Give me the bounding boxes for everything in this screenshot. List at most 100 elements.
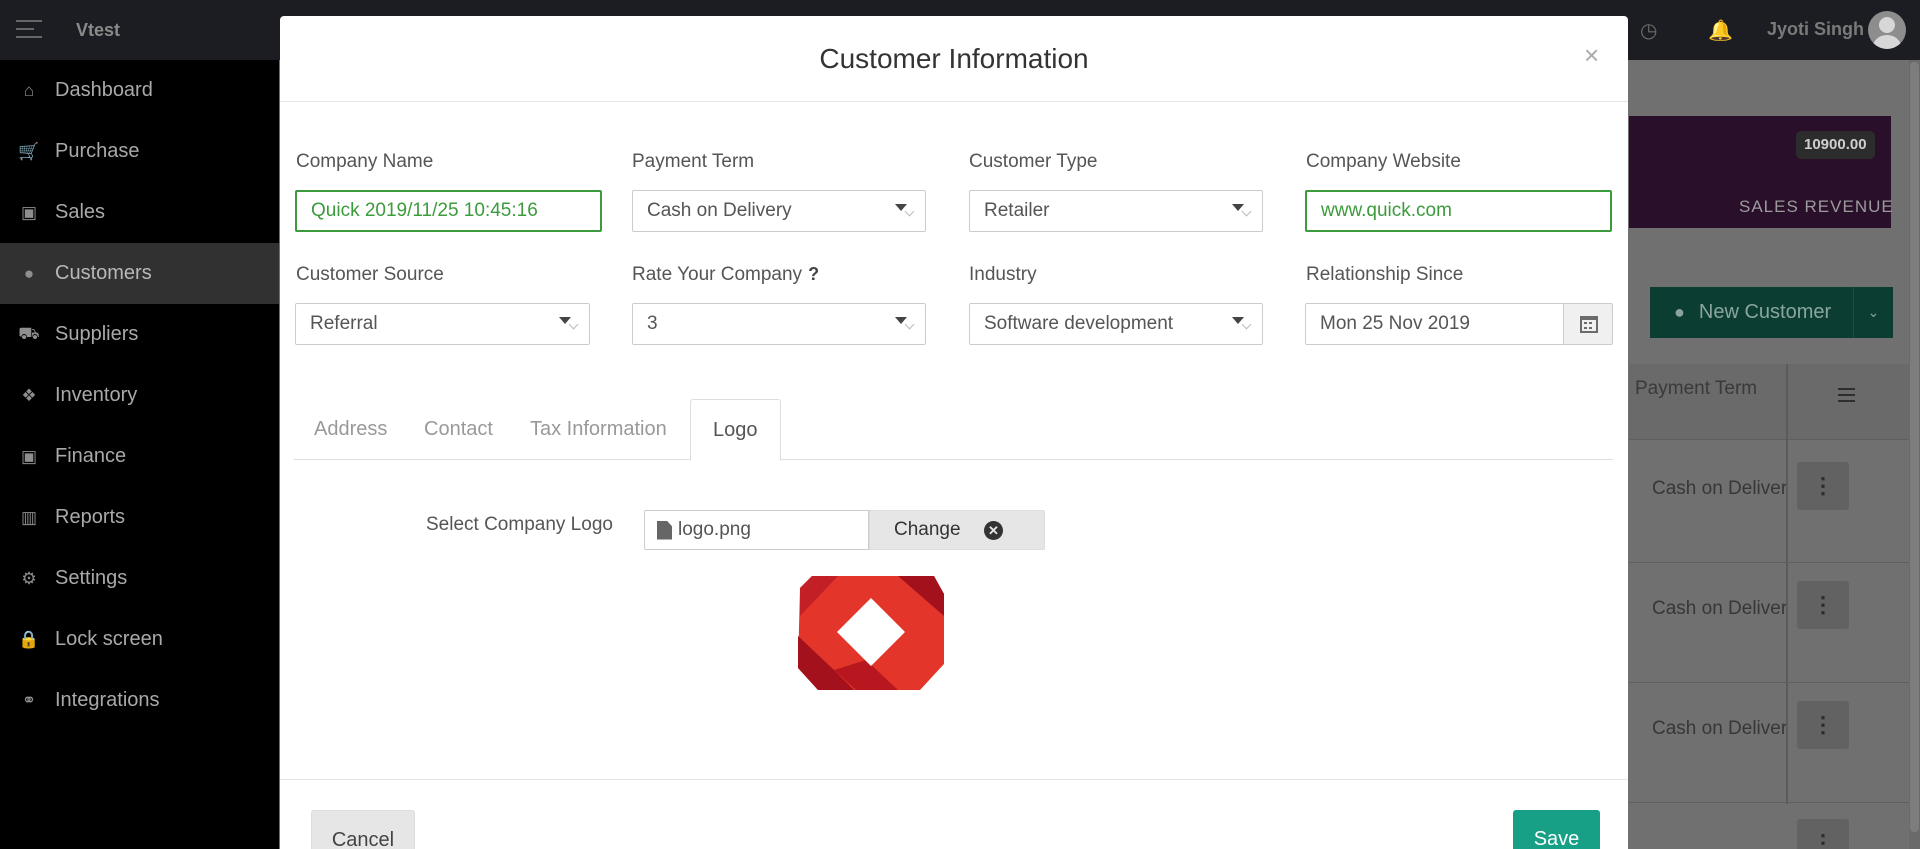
remove-circle-icon[interactable]: ✕ (984, 521, 1003, 540)
sidebar-item-label: Dashboard (55, 79, 153, 101)
sidebar-item-integrations[interactable]: ⚭ Integrations (0, 670, 279, 731)
sidebar: ⌂ Dashboard 🛒 Purchase ▣ Sales ● Custome… (0, 60, 279, 849)
gears-icon: ⚙ (21, 568, 37, 588)
row-actions-kebab-icon[interactable]: ⋮ (1797, 701, 1849, 749)
sidebar-item-label: Suppliers (55, 323, 139, 345)
modal-footer-divider (280, 779, 1628, 780)
new-customer-label: New Customer (1698, 301, 1832, 323)
file-icon (657, 520, 672, 540)
sidebar-item-label: Lock screen (55, 628, 163, 650)
sidebar-item-suppliers[interactable]: ⛟ Suppliers (0, 304, 279, 365)
clock-icon[interactable]: ◷ (1640, 18, 1657, 43)
chevron-down-icon (904, 319, 915, 330)
industry-select[interactable]: Software development (969, 303, 1263, 345)
sidebar-item-customers[interactable]: ● Customers (0, 243, 279, 304)
sidebar-item-purchase[interactable]: 🛒 Purchase (0, 121, 279, 182)
payment-term-label: Payment Term (632, 151, 755, 172)
modal-header: Customer Information × (280, 16, 1628, 102)
row-actions-kebab-icon[interactable]: ⋮ (1797, 581, 1849, 629)
payment-term-value: Cash on Delivery (647, 200, 792, 221)
sidebar-item-sales[interactable]: ▣ Sales (0, 182, 279, 243)
calendar-icon (1580, 316, 1598, 333)
row-actions-kebab-icon[interactable]: ⋮ (1797, 462, 1849, 510)
column-menu-icon[interactable] (1838, 388, 1855, 406)
sidebar-item-label: Inventory (55, 384, 138, 406)
rate-company-select[interactable]: 3 (632, 303, 926, 345)
change-logo-button[interactable]: Change ✕ (869, 510, 1045, 550)
sidebar-item-reports[interactable]: ▥ Reports (0, 487, 279, 548)
rate-company-label-text: Rate Your Company (632, 264, 803, 285)
tab-address[interactable]: Address (294, 399, 407, 460)
lock-icon: 🔒 (18, 629, 40, 649)
sidebar-item-settings[interactable]: ⚙ Settings (0, 548, 279, 609)
grid-header (1629, 364, 1911, 440)
close-icon[interactable]: × (1584, 40, 1599, 71)
sidebar-item-label: Integrations (55, 689, 160, 711)
tab-contact[interactable]: Contact (404, 399, 513, 460)
save-button[interactable]: Save (1513, 810, 1600, 849)
select-company-logo-label: Select Company Logo (426, 514, 613, 535)
sidebar-item-label: Reports (55, 506, 126, 528)
payment-term-select[interactable]: Cash on Delivery (632, 190, 926, 232)
user-icon: ● (1674, 302, 1685, 322)
change-logo-label: Change (894, 519, 961, 540)
customer-information-modal: Customer Information × Company Name Quic… (280, 16, 1628, 849)
sidebar-item-label: Purchase (55, 140, 140, 162)
hamburger-menu-icon[interactable] (16, 20, 42, 40)
chevron-down-icon[interactable]: ⌄ (1853, 287, 1893, 338)
company-website-label: Company Website (1306, 151, 1461, 172)
customer-type-select[interactable]: Retailer (969, 190, 1263, 232)
sidebar-item-inventory[interactable]: ❖ Inventory (0, 365, 279, 426)
column-header-payment-term[interactable]: Payment Term (1635, 378, 1757, 400)
new-customer-button[interactable]: ● New Customer ⌄ (1650, 287, 1893, 338)
date-picker-button[interactable] (1564, 303, 1613, 345)
file-name: logo.png (678, 519, 751, 540)
tab-bar: Address Contact Tax Information Logo (294, 399, 1613, 461)
cancel-button[interactable]: Cancel (311, 810, 415, 849)
revenue-label: SALES REVENUE (1739, 197, 1894, 216)
row-actions-kebab-icon[interactable]: ⋮ (1797, 819, 1849, 849)
company-name-input[interactable]: Quick 2019/11/25 10:45:16 (295, 190, 602, 232)
modal-title: Customer Information (819, 43, 1089, 74)
company-logo-preview (798, 576, 944, 690)
company-website-input[interactable]: www.quick.com (1305, 190, 1612, 232)
rate-company-value: 3 (647, 313, 658, 334)
relationship-since-value: Mon 25 Nov 2019 (1320, 313, 1470, 334)
tab-logo[interactable]: Logo (690, 399, 781, 461)
table-cell: Cash on Delivery (1652, 718, 1786, 739)
sidebar-item-label: Finance (55, 445, 127, 467)
link-icon: ⚭ (21, 690, 37, 710)
chevron-down-icon (1241, 206, 1252, 217)
row-divider (1629, 562, 1911, 563)
company-website-value: www.quick.com (1321, 200, 1452, 221)
row-divider (1629, 802, 1911, 803)
tab-tax-information[interactable]: Tax Information (510, 399, 687, 460)
sidebar-item-lock-screen[interactable]: 🔒 Lock screen (0, 609, 279, 670)
avatar[interactable] (1868, 11, 1906, 49)
bell-icon[interactable]: 🔔 (1708, 18, 1733, 43)
relationship-since-label: Relationship Since (1306, 264, 1464, 285)
customer-type-value: Retailer (984, 200, 1050, 221)
scrollbar-thumb[interactable] (1910, 62, 1919, 832)
customer-source-select[interactable]: Referral (295, 303, 590, 345)
user-name[interactable]: Jyoti Singh (1767, 19, 1864, 40)
column-separator (1786, 364, 1788, 804)
sidebar-item-dashboard[interactable]: ⌂ Dashboard (0, 60, 279, 121)
sidebar-item-finance[interactable]: ▣ Finance (0, 426, 279, 487)
customer-source-label: Customer Source (296, 264, 444, 285)
relationship-since-input[interactable]: Mon 25 Nov 2019 (1305, 303, 1564, 345)
chevron-down-icon (904, 206, 915, 217)
sidebar-item-label: Settings (55, 567, 128, 589)
sidebar-item-label: Sales (55, 201, 106, 223)
home-icon: ⌂ (23, 80, 35, 100)
table-cell: Cash on Delivery (1652, 478, 1786, 499)
industry-label: Industry (969, 264, 1037, 285)
cubes-icon: ❖ (21, 385, 37, 405)
truck-icon: ⛟ (18, 323, 40, 343)
cart-icon: 🛒 (18, 141, 40, 161)
industry-value: Software development (984, 313, 1174, 334)
customer-source-value: Referral (310, 313, 378, 334)
customer-type-label: Customer Type (969, 151, 1098, 172)
row-divider (1629, 682, 1911, 683)
question-icon[interactable]: ? (808, 264, 819, 284)
